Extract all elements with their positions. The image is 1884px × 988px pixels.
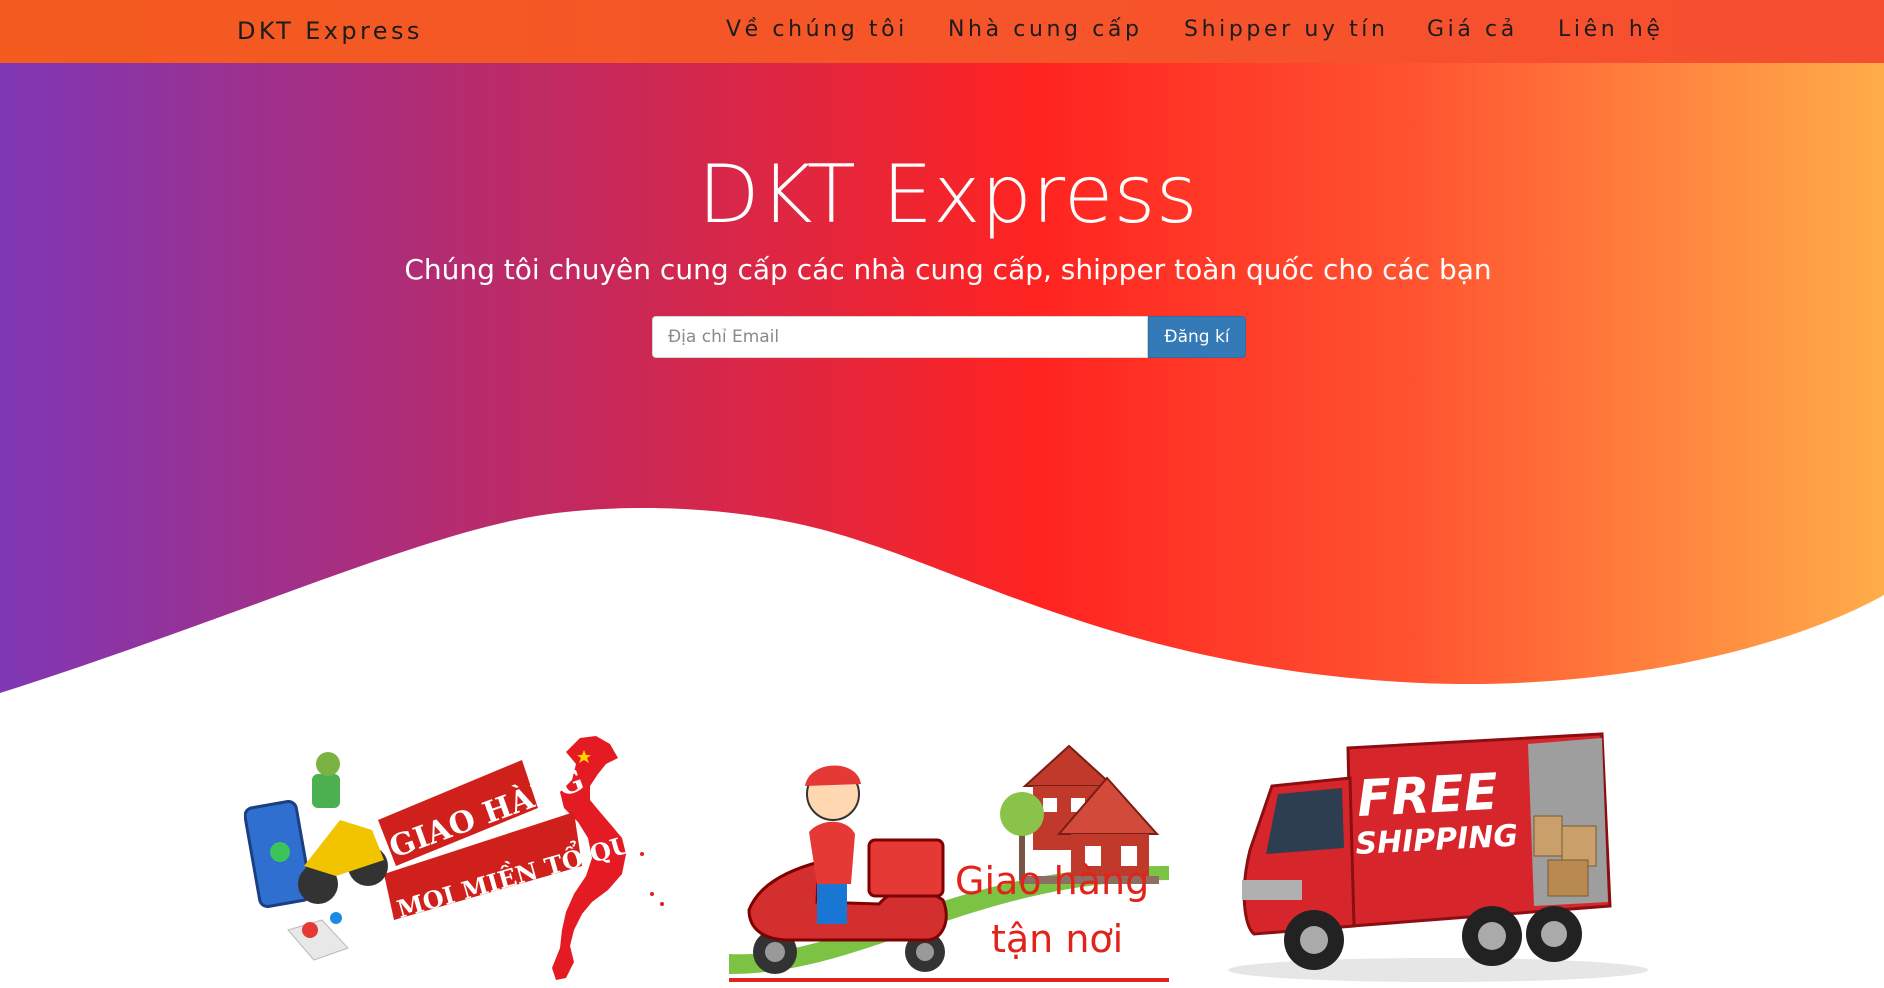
map-pin-icon [287, 912, 349, 961]
feature-nationwide-delivery-image: GIAO HÀNG MỌI MIỀN TỔ QUỐC [244, 734, 680, 984]
nav-link-contact[interactable]: Liên hệ [1558, 17, 1664, 42]
delivery-scooter-icon [298, 752, 388, 904]
nav-menu: Về chúng tôi Nhà cung cấp Shipper uy tín… [0, 17, 1884, 47]
hero-section: DKT Express Chúng tôi chuyên cung cấp cá… [0, 63, 1884, 703]
email-signup-form: Đăng kí [652, 316, 1246, 358]
feature-2-line2: tận nơi [991, 917, 1123, 961]
email-input[interactable] [652, 316, 1148, 358]
signup-button[interactable]: Đăng kí [1148, 316, 1246, 358]
feature-2-line1: Giao hàng [955, 859, 1149, 903]
nav-link-shippers[interactable]: Shipper uy tín [1184, 17, 1389, 42]
feature-door-delivery-image: Giao hàng tận nơi [729, 734, 1171, 984]
nav-link-about[interactable]: Về chúng tôi [726, 17, 908, 42]
hero-title: DKT Express [697, 148, 1199, 241]
feature-3-line1: FREE [1356, 763, 1500, 828]
nav-link-suppliers[interactable]: Nhà cung cấp [948, 17, 1143, 42]
nav-link-pricing[interactable]: Giá cả [1427, 17, 1518, 42]
hero-subtitle: Chúng tôi chuyên cung cấp các nhà cung c… [404, 253, 1492, 286]
feature-free-shipping-image: FREE SHIPPING [1218, 730, 1654, 986]
top-navbar: DKT Express Về chúng tôi Nhà cung cấp Sh… [0, 0, 1884, 63]
